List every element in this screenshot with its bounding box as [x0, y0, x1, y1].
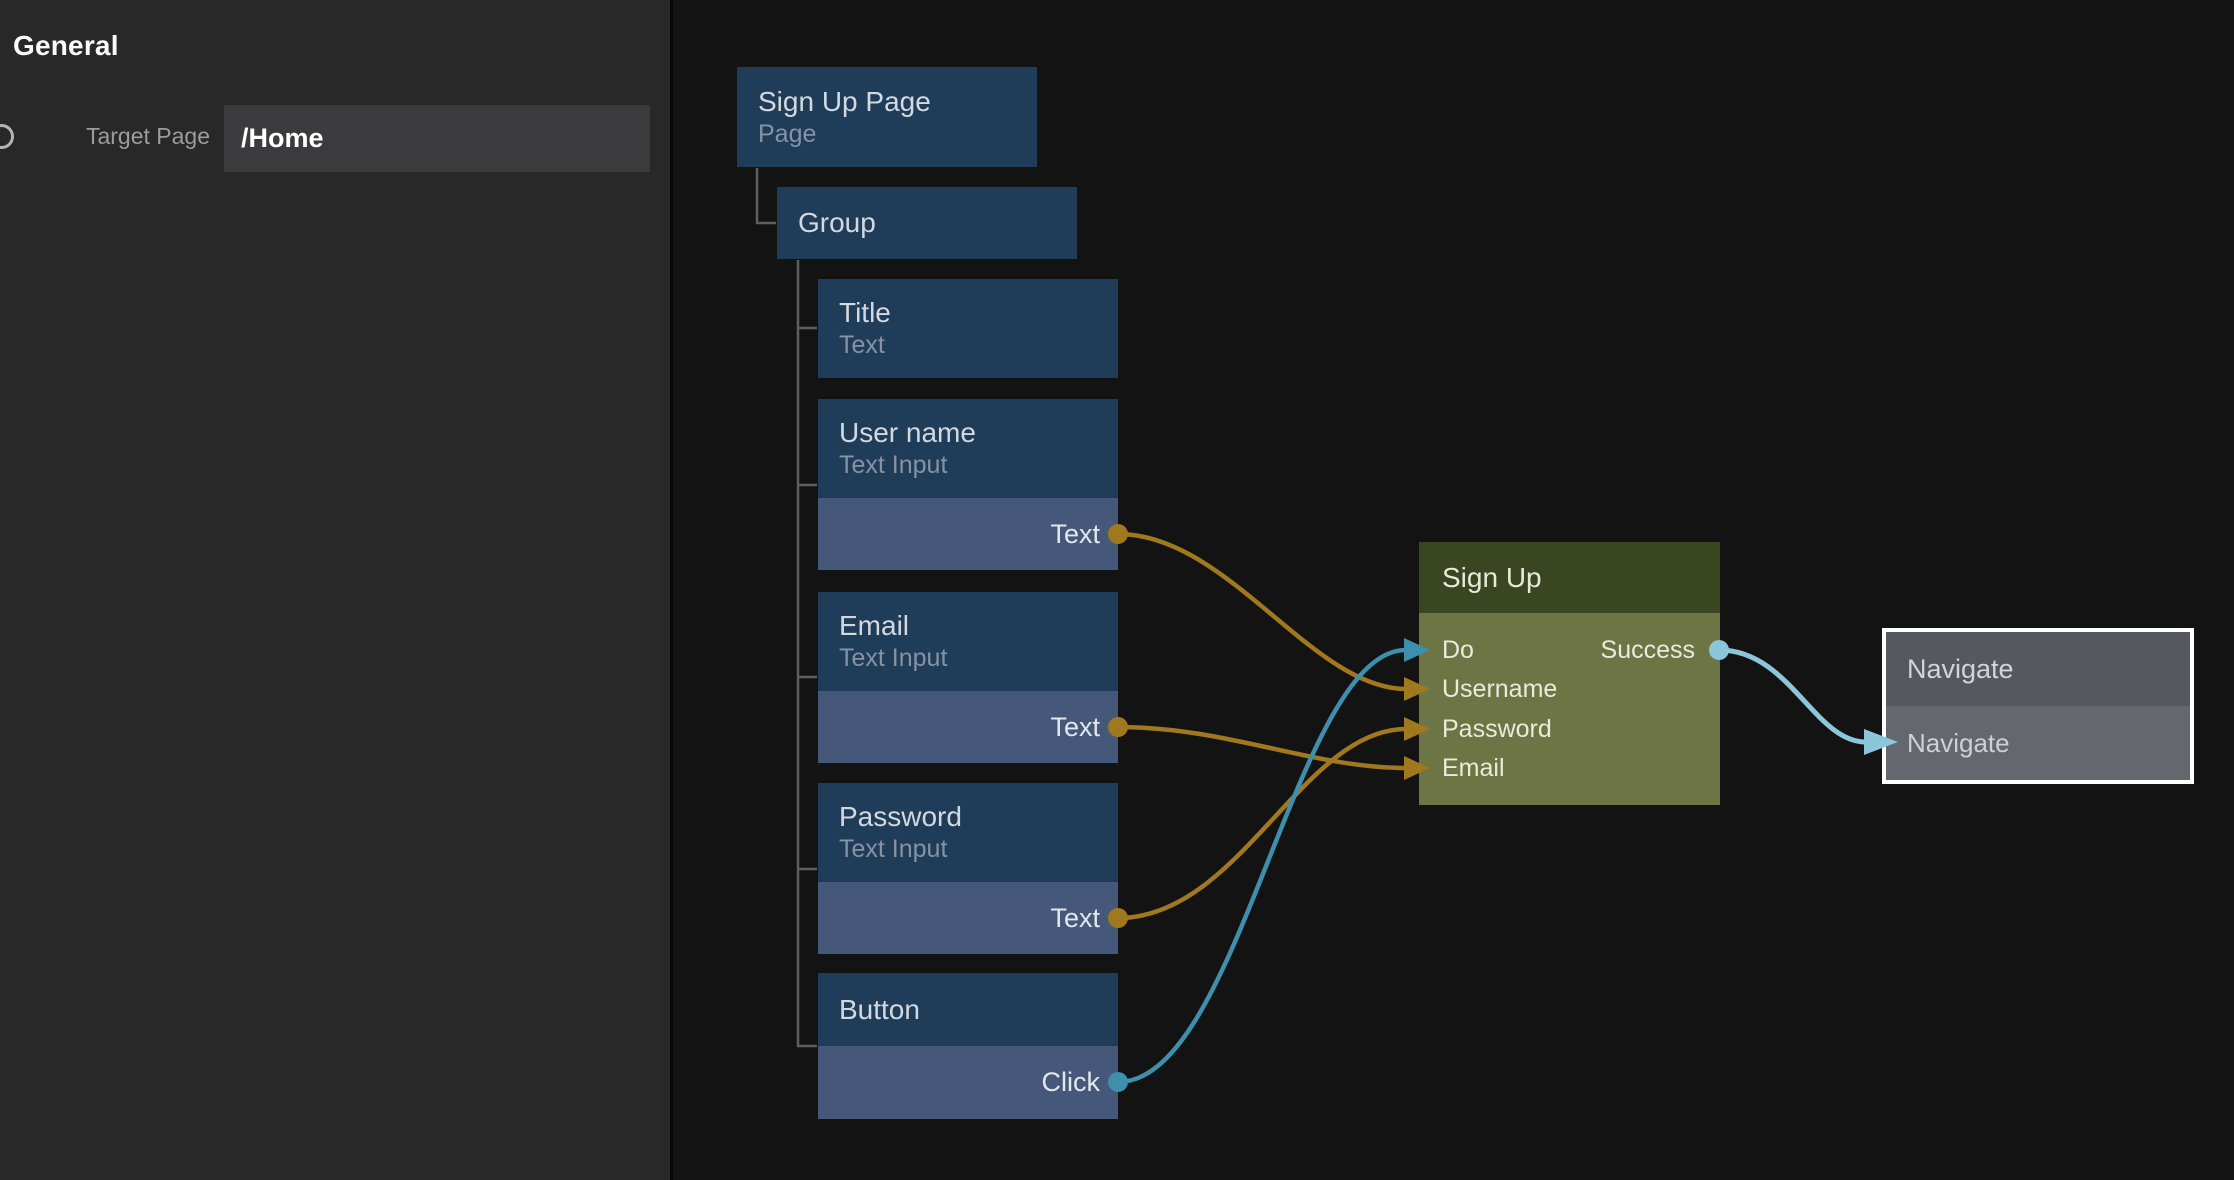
node-button[interactable]: Button Click	[818, 973, 1118, 1119]
node-group[interactable]: Group	[777, 187, 1077, 259]
node-subtitle: Text Input	[839, 834, 1118, 865]
node-header: Button	[818, 973, 1118, 1046]
flow-editor: General Target Page Sign Up Page Page Gr…	[0, 0, 2234, 1180]
node-navigate[interactable]: Navigate Navigate	[1882, 628, 2194, 784]
tree-line-page-group	[757, 168, 776, 223]
node-email-input[interactable]: Email Text Input Text	[818, 592, 1118, 763]
port-label: Click	[1042, 1067, 1101, 1098]
port-label: Text	[1050, 712, 1100, 743]
input-port-username[interactable]: Username	[1442, 670, 1557, 708]
radio-icon[interactable]	[0, 124, 14, 149]
input-port-navigate[interactable]: Navigate	[1886, 706, 2190, 780]
node-username-input[interactable]: User name Text Input Text	[818, 399, 1118, 570]
panel-divider	[670, 0, 673, 1180]
node-header: Title Text	[818, 279, 1118, 378]
port-label: Text	[1050, 519, 1100, 550]
node-password-input[interactable]: Password Text Input Text	[818, 783, 1118, 954]
wire-password-to-signup[interactable]	[1118, 729, 1406, 918]
output-port-click[interactable]: Click	[818, 1046, 1118, 1119]
panel-heading: General	[13, 30, 119, 62]
output-port-text[interactable]: Text	[818, 691, 1118, 763]
port-label: Text	[1050, 903, 1100, 934]
input-port-do[interactable]: Do	[1442, 631, 1474, 669]
wire-success-to-navigate[interactable]	[1719, 650, 1866, 742]
node-sign-up-page[interactable]: Sign Up Page Page	[737, 67, 1037, 167]
node-header: User name Text Input	[818, 399, 1118, 498]
node-title: Navigate	[1907, 654, 2014, 685]
node-header: Sign Up	[1419, 542, 1720, 613]
node-header: Sign Up Page Page	[737, 67, 1037, 167]
node-subtitle: Text	[839, 330, 1118, 361]
node-title: Button	[839, 993, 1118, 1027]
node-header: Navigate	[1886, 632, 2190, 706]
wire-username-to-signup[interactable]	[1118, 534, 1406, 689]
node-sign-up-action[interactable]: Sign Up Do Username Password Email Succe…	[1419, 542, 1720, 805]
target-page-input[interactable]	[224, 105, 650, 172]
node-title: Sign Up Page	[758, 85, 1037, 119]
tree-line-group-children	[798, 260, 817, 1046]
node-title: Sign Up	[1442, 561, 1720, 595]
node-title: Email	[839, 609, 1118, 643]
input-port-password[interactable]: Password	[1442, 710, 1552, 748]
node-title: Group	[798, 206, 1077, 240]
port-label: Navigate	[1907, 728, 2010, 759]
node-title-text[interactable]: Title Text	[818, 279, 1118, 378]
input-port-email[interactable]: Email	[1442, 749, 1505, 787]
tree-connectors	[757, 168, 817, 1046]
target-page-label: Target Page	[40, 123, 210, 150]
node-subtitle: Page	[758, 119, 1037, 150]
output-port-text[interactable]: Text	[818, 498, 1118, 570]
node-title: Title	[839, 296, 1118, 330]
node-title: Password	[839, 800, 1118, 834]
properties-panel: General Target Page	[0, 0, 670, 1180]
wire-click-to-do[interactable]	[1118, 650, 1406, 1082]
output-port-text[interactable]: Text	[818, 882, 1118, 954]
node-subtitle: Text Input	[839, 450, 1118, 481]
node-subtitle: Text Input	[839, 643, 1118, 674]
node-header: Email Text Input	[818, 592, 1118, 691]
node-header: Password Text Input	[818, 783, 1118, 882]
node-header: Group	[777, 187, 1077, 259]
node-body: Do Username Password Email Success	[1419, 613, 1720, 805]
wire-email-to-signup[interactable]	[1118, 727, 1406, 768]
node-title: User name	[839, 416, 1118, 450]
output-port-success[interactable]: Success	[1601, 631, 1695, 669]
